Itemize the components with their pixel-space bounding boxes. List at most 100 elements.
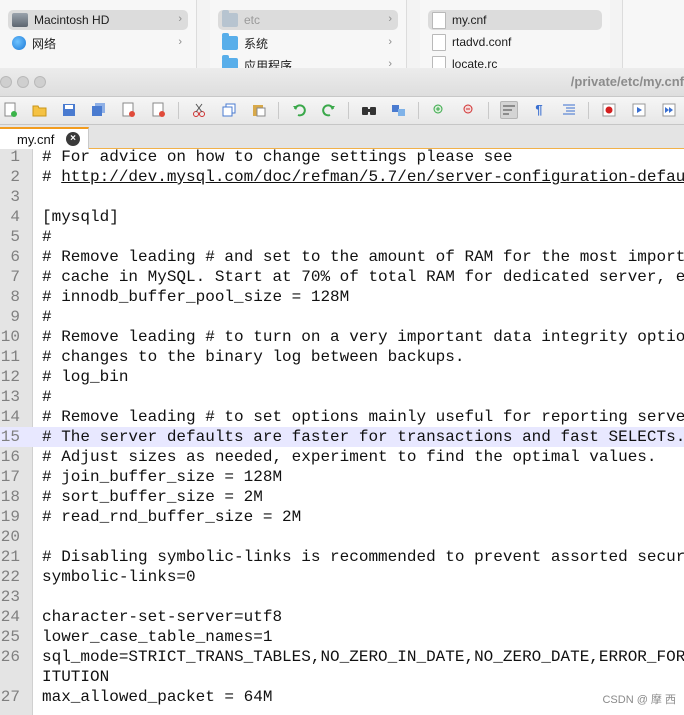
- code-line[interactable]: 15 # The server defaults are faster for t…: [0, 427, 684, 447]
- paste-icon[interactable]: [250, 101, 268, 119]
- run-macro-multiple-icon[interactable]: [660, 101, 678, 119]
- code-line[interactable]: 18 # sort_buffer_size = 2M: [0, 487, 684, 507]
- save-all-icon[interactable]: [90, 101, 108, 119]
- code-line[interactable]: 23: [0, 587, 684, 607]
- word-wrap-icon[interactable]: [500, 101, 518, 119]
- line-text: symbolic-links=0: [42, 567, 196, 587]
- undo-icon[interactable]: [290, 101, 308, 119]
- line-text: # Adjust sizes as needed, experiment to …: [42, 447, 657, 467]
- line-text: # The server defaults are faster for tra…: [42, 427, 684, 447]
- document-icon: [432, 55, 446, 68]
- finder-item-locate-rc[interactable]: locate.rc: [428, 54, 602, 68]
- zoom-in-icon[interactable]: [430, 101, 448, 119]
- copy-icon[interactable]: [220, 101, 238, 119]
- save-icon[interactable]: [60, 101, 78, 119]
- code-line[interactable]: 20: [0, 527, 684, 547]
- replace-icon[interactable]: [390, 101, 408, 119]
- close-file-icon[interactable]: [120, 101, 138, 119]
- code-line[interactable]: 4 [mysqld]: [0, 207, 684, 227]
- finder-item-system[interactable]: 系统 ›: [218, 33, 398, 53]
- toolbar-separator: [488, 102, 489, 119]
- record-macro-icon[interactable]: [600, 101, 618, 119]
- redo-icon[interactable]: [320, 101, 338, 119]
- line-number: 14: [0, 408, 20, 426]
- code-line[interactable]: 5 #: [0, 227, 684, 247]
- finder-item-macintosh-hd[interactable]: Macintosh HD ›: [8, 10, 188, 30]
- code-line[interactable]: ITUTION: [0, 667, 684, 687]
- code-line[interactable]: 9 #: [0, 307, 684, 327]
- code-line[interactable]: 12 # log_bin: [0, 367, 684, 387]
- line-number: 2: [10, 168, 20, 186]
- code-line[interactable]: 21 # Disabling symbolic-links is recommen…: [0, 547, 684, 567]
- zoom-window-button[interactable]: [34, 76, 46, 88]
- line-content: # log_bin: [42, 368, 129, 386]
- open-file-icon[interactable]: [31, 101, 49, 119]
- line-content: # sort_buffer_size = 2M: [42, 488, 263, 506]
- close-window-button[interactable]: [0, 76, 12, 88]
- close-tab-icon[interactable]: ×: [66, 132, 80, 146]
- line-number: 3: [10, 188, 20, 206]
- line-text: #: [42, 227, 52, 247]
- zoom-out-icon[interactable]: [460, 101, 478, 119]
- tab-my-cnf[interactable]: my.cnf ×: [0, 127, 89, 149]
- line-content: ITUTION: [42, 668, 110, 686]
- finder-item-network[interactable]: 网络 ›: [8, 33, 188, 53]
- line-content: # Disabling symbolic-links is recommende…: [42, 548, 684, 566]
- code-line[interactable]: 25 lower_case_table_names=1: [0, 627, 684, 647]
- line-number: 15: [0, 428, 20, 446]
- line-content: character-set-server=utf8: [42, 608, 283, 626]
- documentation-link[interactable]: http://dev.mysql.com/doc/refman/5.7/en/s…: [61, 168, 684, 186]
- code-line[interactable]: 8 # innodb_buffer_pool_size = 128M: [0, 287, 684, 307]
- cut-icon[interactable]: [190, 101, 208, 119]
- finder-item-etc[interactable]: etc ›: [218, 10, 398, 30]
- code-line[interactable]: 2 # http://dev.mysql.com/doc/refman/5.7/e…: [0, 167, 684, 187]
- line-text: # innodb_buffer_pool_size = 128M: [42, 287, 349, 307]
- line-text: # Remove leading # and set to the amount…: [42, 247, 684, 267]
- line-text: # Disabling symbolic-links is recommende…: [42, 547, 684, 567]
- line-content: # Remove leading # to turn on a very imp…: [42, 328, 684, 346]
- finder-item-applications[interactable]: 应用程序 ›: [218, 55, 398, 68]
- code-line[interactable]: 11 # changes to the binary log between ba…: [0, 347, 684, 367]
- line-number: 23: [0, 588, 20, 606]
- code-line[interactable]: 6 # Remove leading # and set to the amoun…: [0, 247, 684, 267]
- close-all-icon[interactable]: [150, 101, 168, 119]
- minimize-window-button[interactable]: [17, 76, 29, 88]
- line-text: ITUTION: [42, 667, 109, 687]
- line-content: # Adjust sizes as needed, experiment to …: [42, 448, 657, 466]
- code-line[interactable]: 1 # For advice on how to change settings …: [0, 149, 684, 167]
- finder-column-locations: Macintosh HD › 网络 ›: [0, 0, 197, 68]
- line-number: 16: [0, 448, 20, 466]
- file-tab-bar: my.cnf ×: [0, 125, 684, 149]
- finder-item-label: etc: [244, 13, 261, 27]
- document-icon: [432, 33, 446, 51]
- code-line[interactable]: 14 # Remove leading # to set options main…: [0, 407, 684, 427]
- toolbar-separator: [178, 102, 179, 119]
- new-file-icon[interactable]: [2, 101, 20, 119]
- code-line[interactable]: 16 # Adjust sizes as needed, experiment t…: [0, 447, 684, 467]
- code-line[interactable]: 10 # Remove leading # to turn on a very i…: [0, 327, 684, 347]
- show-all-characters-icon[interactable]: ¶: [530, 101, 548, 119]
- code-editor[interactable]: 1 # For advice on how to change settings …: [0, 149, 684, 715]
- code-line[interactable]: 3: [0, 187, 684, 207]
- finder-item-my-cnf[interactable]: my.cnf: [428, 10, 602, 30]
- play-macro-icon[interactable]: [630, 101, 648, 119]
- find-icon[interactable]: [360, 101, 378, 119]
- code-line[interactable]: 22 symbolic-links=0: [0, 567, 684, 587]
- code-line[interactable]: 13 #: [0, 387, 684, 407]
- line-text: # For advice on how to change settings p…: [42, 149, 512, 167]
- line-content: # read_rnd_buffer_size = 2M: [42, 508, 302, 526]
- line-number: 25: [0, 628, 20, 646]
- line-number: 27: [0, 688, 20, 706]
- finder-item-rtadvd-conf[interactable]: rtadvd.conf: [428, 32, 602, 52]
- code-line[interactable]: 24 character-set-server=utf8: [0, 607, 684, 627]
- chevron-right-icon: ›: [178, 36, 182, 48]
- code-line[interactable]: 7 # cache in MySQL. Start at 70% of total…: [0, 267, 684, 287]
- code-line[interactable]: 19 # read_rnd_buffer_size = 2M: [0, 507, 684, 527]
- line-number: 11: [0, 348, 20, 366]
- code-line[interactable]: 26 sql_mode=STRICT_TRANS_TABLES,NO_ZERO_I…: [0, 647, 684, 667]
- code-line[interactable]: 17 # join_buffer_size = 128M: [0, 467, 684, 487]
- line-number: 13: [0, 388, 20, 406]
- line-text: # http://dev.mysql.com/doc/refman/5.7/en…: [42, 167, 684, 187]
- indent-guide-icon[interactable]: [560, 101, 578, 119]
- code-line[interactable]: 27 max_allowed_packet = 64M: [0, 687, 684, 707]
